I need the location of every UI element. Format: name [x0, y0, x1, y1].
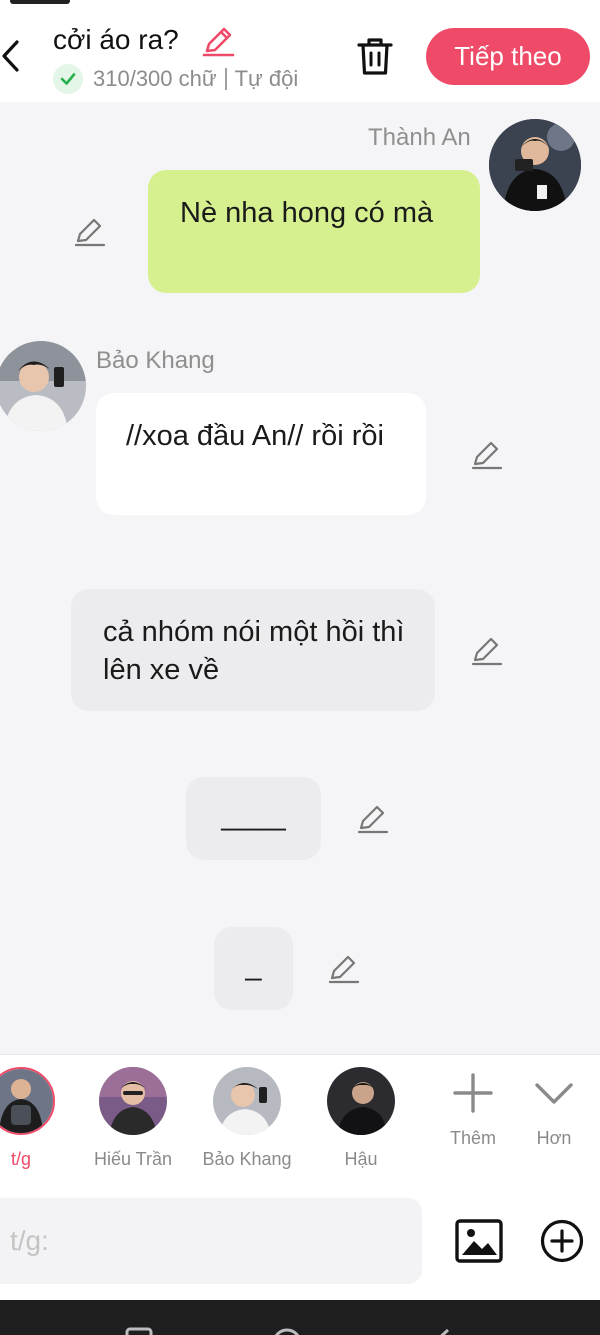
- more-characters-button[interactable]: Hơn: [519, 1073, 589, 1149]
- sender-name: Thành An: [368, 124, 471, 151]
- divider: [224, 68, 227, 90]
- avatar[interactable]: [489, 119, 581, 211]
- image-icon[interactable]: [454, 1218, 504, 1264]
- recent-apps-icon[interactable]: [124, 1326, 154, 1335]
- narration-bubble[interactable]: cả nhóm nói một hồi thì lên xe về: [71, 589, 435, 711]
- pencil-icon[interactable]: [470, 438, 504, 472]
- input-bar: [0, 1184, 600, 1300]
- back-icon[interactable]: [0, 36, 26, 76]
- narration-bubble[interactable]: ____: [186, 777, 321, 860]
- trash-icon[interactable]: [354, 34, 396, 78]
- system-nav-bar: [0, 1300, 600, 1335]
- avatar[interactable]: [0, 341, 86, 431]
- character-label: Hậu: [344, 1149, 378, 1169]
- narration-bubble[interactable]: _: [214, 927, 293, 1010]
- add-circle-icon[interactable]: [539, 1218, 585, 1264]
- pencil-icon[interactable]: [200, 24, 236, 60]
- home-icon[interactable]: [270, 1326, 304, 1335]
- avatar: [213, 1067, 281, 1135]
- character-hau[interactable]: Hậu: [311, 1067, 411, 1170]
- character-hieu-tran[interactable]: Hiếu Trần: [83, 1067, 183, 1170]
- chat-area: Thành An Nè nha hong có mà Bảo Khang //x…: [0, 102, 600, 1054]
- avatar: [99, 1067, 167, 1135]
- story-title[interactable]: cởi áo ra?: [53, 24, 179, 55]
- character-label: Hiếu Trần: [93, 1149, 173, 1169]
- character-bao-khang[interactable]: Bảo Khang: [197, 1067, 297, 1170]
- status-bar: [0, 0, 600, 6]
- pencil-icon[interactable]: [327, 952, 361, 986]
- message-bubble[interactable]: //xoa đầu An// rồi rồi: [96, 393, 426, 515]
- add-character-button[interactable]: Thêm: [438, 1073, 508, 1149]
- next-button[interactable]: Tiếp theo: [426, 28, 590, 85]
- add-label: Thêm: [449, 1128, 496, 1148]
- pencil-icon[interactable]: [73, 215, 107, 249]
- word-count: 310/300 chữ: [93, 66, 217, 91]
- character-bar: t/g Hiếu Trần Bảo Khang Hậu Thêm Hơn: [0, 1054, 600, 1184]
- top-bar: cởi áo ra? 310/300 chữ Tự đội Tiếp theo: [0, 0, 600, 102]
- character-tg[interactable]: t/g: [0, 1067, 71, 1170]
- character-label: t/g: [10, 1149, 31, 1169]
- chevron-down-icon: [535, 1083, 573, 1104]
- message-bubble[interactable]: Nè nha hong có mà: [148, 170, 480, 293]
- back-nav-icon[interactable]: [432, 1326, 452, 1335]
- clock-indicator: [10, 0, 70, 4]
- avatar: [0, 1067, 55, 1135]
- pencil-icon[interactable]: [470, 634, 504, 668]
- story-mode: Tự đội: [234, 66, 299, 91]
- character-label: Bảo Khang: [202, 1149, 292, 1169]
- sender-name: Bảo Khang: [96, 347, 215, 374]
- story-meta: 310/300 chữ Tự đội: [53, 62, 298, 96]
- more-label: Hơn: [536, 1128, 572, 1148]
- message-input[interactable]: [0, 1198, 422, 1284]
- avatar: [327, 1067, 395, 1135]
- check-icon: [53, 64, 83, 94]
- pencil-icon[interactable]: [356, 802, 390, 836]
- plus-icon: [453, 1073, 493, 1113]
